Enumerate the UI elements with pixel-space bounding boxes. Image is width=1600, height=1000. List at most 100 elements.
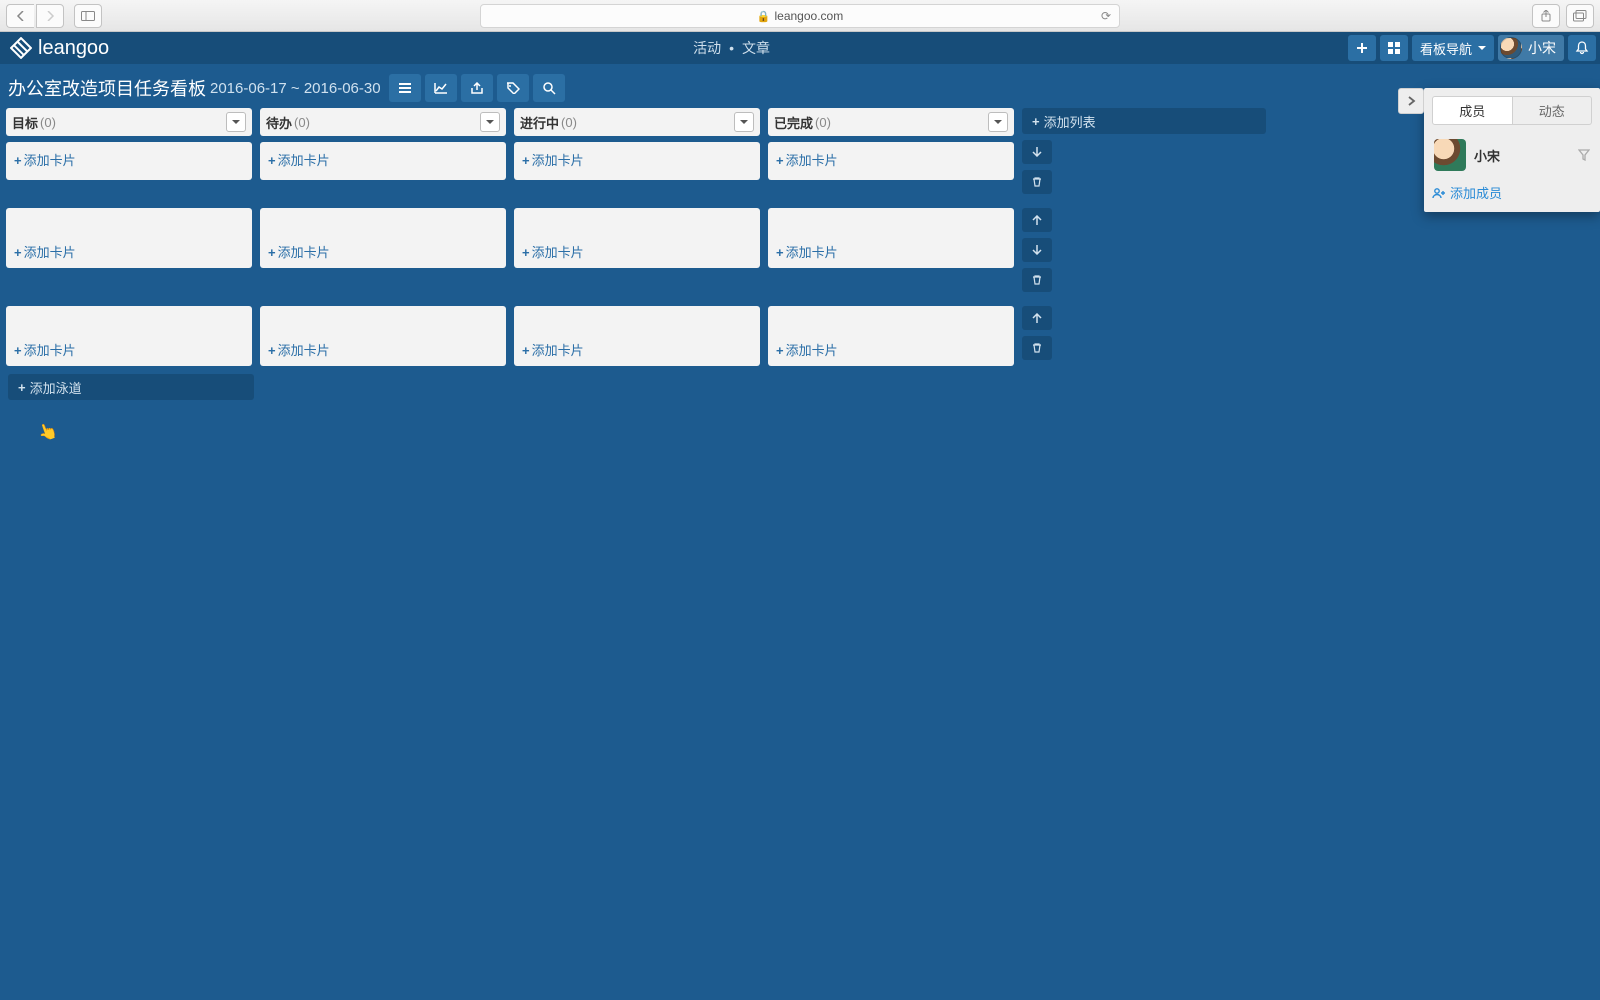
board-search-button[interactable] [533,74,565,102]
side-panel: 成员 动态 小宋 添加成员 [1424,88,1600,212]
board-nav-label: 看板导航 [1420,39,1472,58]
column-menu-button[interactable] [226,112,246,132]
browser-share-button[interactable] [1532,4,1560,28]
lane-cell[interactable]: +添加卡片 [768,306,1014,366]
lane-cell[interactable]: +添加卡片 [768,208,1014,268]
mouse-cursor-icon: 👆 [35,419,61,445]
side-panel-tab-activity[interactable]: 动态 [1513,96,1593,125]
arrow-up-icon [1032,215,1042,225]
lane-delete-button[interactable] [1022,268,1052,292]
column-menu-button[interactable] [988,112,1008,132]
browser-forward-button[interactable] [36,4,64,28]
chevron-right-icon [1406,96,1416,106]
refresh-icon[interactable]: ⟳ [1101,9,1111,23]
column-header-0[interactable]: 目标 (0) [6,108,252,136]
add-card-button[interactable]: +添加卡片 [14,340,244,359]
column-count: (0) [561,115,577,130]
column-count: (0) [294,115,310,130]
lane-delete-button[interactable] [1022,170,1052,194]
trash-icon [1032,275,1042,285]
board-share-button[interactable] [461,74,493,102]
add-list-label: 添加列表 [1044,112,1096,131]
browser-back-button[interactable] [6,4,34,28]
column-menu-button[interactable] [480,112,500,132]
nav-article-link[interactable]: 文章 [742,38,770,58]
lane-move-up-button[interactable] [1022,306,1052,330]
add-card-button[interactable]: +添加卡片 [522,150,752,169]
board-tag-button[interactable] [497,74,529,102]
browser-url: leangoo.com [774,9,843,23]
side-panel-toggle-button[interactable] [1398,88,1424,114]
add-list-button[interactable]: + 添加列表 [1022,108,1266,134]
column-header-1[interactable]: 待办 (0) [260,108,506,136]
column-title: 待办 [266,113,292,132]
header-create-button[interactable] [1348,35,1376,61]
nav-separator: • [729,40,734,56]
member-row[interactable]: 小宋 [1432,133,1592,177]
header-board-nav-dropdown[interactable]: 看板导航 [1412,35,1494,61]
board-title[interactable]: 办公室改造项目任务看板 [8,75,206,101]
lane-move-down-button[interactable] [1022,140,1052,164]
user-plus-icon [1432,187,1446,199]
add-card-button[interactable]: +添加卡片 [268,242,498,261]
column-menu-button[interactable] [734,112,754,132]
browser-url-bar[interactable]: 🔒 leangoo.com ⟳ [480,4,1120,28]
plus-icon [1356,42,1368,54]
brand-logo[interactable]: leangoo [0,37,119,60]
board-menu-button[interactable] [389,74,421,102]
nav-activity-link[interactable]: 活动 [693,38,721,58]
side-panel-tab-members[interactable]: 成员 [1432,96,1513,125]
trash-icon [1032,177,1042,187]
filter-icon[interactable] [1578,149,1590,161]
lane-cell[interactable]: +添加卡片 [514,208,760,268]
lane-cell[interactable]: +添加卡片 [6,306,252,366]
chart-icon [434,82,448,94]
add-member-label: 添加成员 [1450,183,1502,202]
browser-tabs-button[interactable] [1566,4,1594,28]
lane-cell[interactable]: +添加卡片 [768,142,1014,180]
add-card-button[interactable]: +添加卡片 [776,340,1006,359]
add-card-button[interactable]: +添加卡片 [14,150,244,169]
browser-chrome: 🔒 leangoo.com ⟳ [0,0,1600,32]
add-card-button[interactable]: +添加卡片 [268,340,498,359]
lane-cell[interactable]: +添加卡片 [6,142,252,180]
lane-move-down-button[interactable] [1022,238,1052,262]
board-chart-button[interactable] [425,74,457,102]
header-notifications-button[interactable] [1568,35,1596,61]
header-user-menu[interactable]: 小宋 [1498,35,1564,61]
share-icon [470,82,484,94]
column-header-3[interactable]: 已完成 (0) [768,108,1014,136]
add-lane-label: 添加泳道 [30,378,82,397]
add-member-button[interactable]: 添加成员 [1432,183,1592,202]
board: 目标 (0) +添加卡片 待办 (0) +添加卡片 [0,108,1600,400]
column-header-2[interactable]: 进行中 (0) [514,108,760,136]
add-card-button[interactable]: +添加卡片 [522,242,752,261]
lane-cell[interactable]: +添加卡片 [514,306,760,366]
lane-cell[interactable]: +添加卡片 [260,306,506,366]
brand-name: leangoo [38,37,109,60]
column-count: (0) [40,115,56,130]
header-boards-button[interactable] [1380,35,1408,61]
lane-move-up-button[interactable] [1022,208,1052,232]
member-avatar-icon [1434,139,1466,171]
trash-icon [1032,343,1042,353]
tag-icon [506,82,520,94]
add-card-button[interactable]: +添加卡片 [14,242,244,261]
lane-cell[interactable]: +添加卡片 [6,208,252,268]
column-title: 已完成 [774,113,813,132]
add-card-button[interactable]: +添加卡片 [522,340,752,359]
add-card-button[interactable]: +添加卡片 [776,242,1006,261]
column-title: 目标 [12,113,38,132]
bell-icon [1575,41,1589,55]
lane-delete-button[interactable] [1022,336,1052,360]
add-lane-button[interactable]: + 添加泳道 [8,374,254,400]
arrow-down-icon [1032,245,1042,255]
lane-cell[interactable]: +添加卡片 [514,142,760,180]
browser-sidebar-button[interactable] [74,4,102,28]
lane-cell[interactable]: +添加卡片 [260,142,506,180]
lock-icon: 🔒 [757,10,771,23]
add-card-button[interactable]: +添加卡片 [776,150,1006,169]
add-card-button[interactable]: +添加卡片 [268,150,498,169]
column-title: 进行中 [520,113,559,132]
lane-cell[interactable]: +添加卡片 [260,208,506,268]
